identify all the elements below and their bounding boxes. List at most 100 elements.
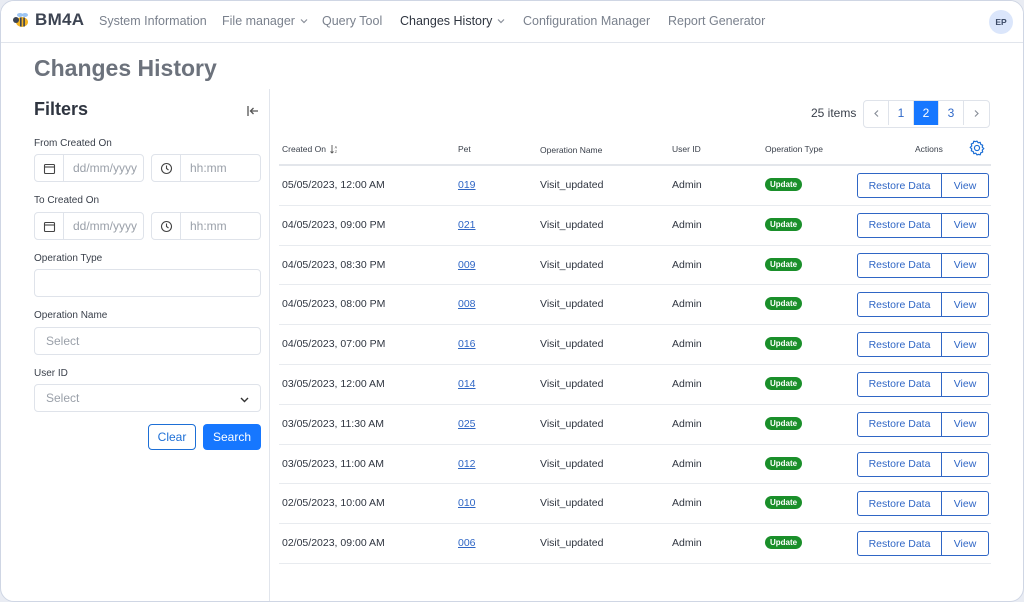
user-id-cell: Admin xyxy=(672,338,702,351)
clock-addon xyxy=(152,155,181,181)
user-id-cell: Admin xyxy=(672,377,702,390)
from-created-on-label: From Created On xyxy=(34,138,112,149)
from-date-input[interactable]: dd/mm/yyyy xyxy=(34,154,144,182)
operation-name-select[interactable]: Select xyxy=(34,327,261,355)
user-id-placeholder: Select xyxy=(46,391,80,405)
clock-addon xyxy=(152,213,181,239)
view-button[interactable]: View xyxy=(941,173,989,198)
view-button[interactable]: View xyxy=(941,371,989,397)
created-on-cell: 05/05/2023, 12:00 AM xyxy=(282,179,385,191)
operation-name-cell: Visit_updated xyxy=(540,457,604,470)
table-row: 04/05/2023, 07:00 PM 016 Visit_updated A… xyxy=(279,325,991,365)
collapse-left-icon[interactable] xyxy=(246,104,260,118)
pet-link[interactable]: 006 xyxy=(458,537,476,549)
nav-item-report-generator[interactable]: Report Generator xyxy=(668,14,765,28)
user-id-cell: Admin xyxy=(672,417,702,430)
table-row: 02/05/2023, 09:00 AM 006 Visit_updated A… xyxy=(279,524,991,564)
pet-link[interactable]: 016 xyxy=(458,338,476,350)
calendar-icon xyxy=(43,221,55,232)
restore-data-button[interactable]: Restore Data xyxy=(857,212,942,238)
app-name: BM4A xyxy=(35,10,85,29)
pet-link[interactable]: 009 xyxy=(458,259,476,271)
restore-data-button[interactable]: Restore Data xyxy=(857,292,942,318)
restore-data-button[interactable]: Restore Data xyxy=(857,252,942,278)
restore-data-button[interactable]: Restore Data xyxy=(857,491,942,517)
to-created-on-label: To Created On xyxy=(34,195,100,206)
view-button[interactable]: View xyxy=(941,531,989,557)
column-header-user-id: User ID xyxy=(672,144,701,154)
view-button[interactable]: View xyxy=(941,411,989,437)
operation-type-label: Operation Type xyxy=(34,253,103,264)
operation-name-cell: Visit_updated xyxy=(540,179,604,191)
created-on-cell: 03/05/2023, 11:00 AM xyxy=(282,457,384,470)
table-row: 04/05/2023, 08:00 PM 008 Visit_updated A… xyxy=(279,285,991,326)
operation-type-badge: Update xyxy=(765,217,803,231)
gear-icon[interactable] xyxy=(968,139,986,157)
restore-data-button[interactable]: Restore Data xyxy=(857,451,942,477)
restore-data-button[interactable]: Restore Data xyxy=(857,332,942,358)
pet-link[interactable]: 021 xyxy=(458,219,476,231)
pet-link[interactable]: 012 xyxy=(458,458,476,470)
table-row: 03/05/2023, 11:30 AM 025 Visit_updated A… xyxy=(279,405,991,445)
nav-item-changes-history[interactable]: Changes History xyxy=(400,14,506,28)
operation-name-cell: Visit_updated xyxy=(540,497,604,510)
operation-type-input[interactable] xyxy=(34,269,261,297)
prev-page-button[interactable] xyxy=(864,101,889,125)
nav-item-configuration-manager[interactable]: Configuration Manager xyxy=(523,14,650,28)
sort-icon[interactable]: A Z xyxy=(329,144,339,154)
operation-type-badge: Update xyxy=(765,376,803,390)
restore-data-button[interactable]: Restore Data xyxy=(857,173,942,198)
column-header-label: Created On xyxy=(282,144,326,154)
search-button[interactable]: Search xyxy=(203,424,261,450)
nav-item-label: Report Generator xyxy=(668,14,766,28)
page-button-2[interactable]: 2 xyxy=(914,101,939,125)
view-button[interactable]: View xyxy=(941,332,989,358)
view-button[interactable]: View xyxy=(941,292,989,318)
pet-link[interactable]: 010 xyxy=(458,497,476,509)
column-header-actions: Actions xyxy=(915,144,943,154)
view-button[interactable]: View xyxy=(941,451,989,477)
user-id-select[interactable]: Select xyxy=(34,384,261,412)
calendar-addon xyxy=(35,155,64,181)
pet-link[interactable]: 025 xyxy=(458,418,476,430)
column-header-created-on[interactable]: Created On A Z xyxy=(282,144,339,154)
page-button-1[interactable]: 1 xyxy=(889,101,914,125)
nav-item-file-manager[interactable]: File manager xyxy=(222,14,309,28)
app-window: BM4A System Information File manager Que… xyxy=(0,0,1024,602)
nav-item-label: System Information xyxy=(99,14,207,28)
filters-panel: Filters From Created On dd/mm/yyyy hh:mm… xyxy=(1,89,270,601)
column-header-pet: Pet xyxy=(458,144,471,154)
restore-data-button[interactable]: Restore Data xyxy=(857,371,942,397)
restore-data-button[interactable]: Restore Data xyxy=(857,411,942,437)
operation-type-badge: Update xyxy=(765,297,803,311)
pet-link[interactable]: 019 xyxy=(458,179,476,191)
pet-link[interactable]: 008 xyxy=(458,298,476,310)
restore-data-button[interactable]: Restore Data xyxy=(857,531,942,557)
view-button[interactable]: View xyxy=(941,491,989,517)
operation-type-badge: Update xyxy=(765,178,803,191)
nav-item-system-information[interactable]: System Information xyxy=(99,14,207,28)
chevron-down-icon xyxy=(497,19,505,24)
brand-logo[interactable]: BM4A xyxy=(11,10,84,30)
next-page-button[interactable] xyxy=(964,101,989,125)
clear-button[interactable]: Clear xyxy=(148,424,196,450)
to-date-input[interactable]: dd/mm/yyyy xyxy=(34,212,144,240)
table-row: 04/05/2023, 08:30 PM 009 Visit_updated A… xyxy=(279,246,991,286)
nav-item-label: Changes History xyxy=(400,14,493,28)
page-button-3[interactable]: 3 xyxy=(939,101,964,125)
calendar-addon xyxy=(35,213,64,239)
view-button[interactable]: View xyxy=(941,212,989,238)
user-id-cell: Admin xyxy=(672,537,702,550)
table-row: 03/05/2023, 11:00 AM 012 Visit_updated A… xyxy=(279,445,991,485)
pet-link[interactable]: 014 xyxy=(458,378,476,390)
operation-name-cell: Visit_updated xyxy=(540,298,604,311)
operation-type-badge: Update xyxy=(765,536,803,550)
operation-name-label: Operation Name xyxy=(34,310,108,321)
from-time-input[interactable]: hh:mm xyxy=(151,154,261,182)
chevron-down-icon xyxy=(240,397,249,403)
user-id-cell: Admin xyxy=(672,218,702,231)
nav-item-query-tool[interactable]: Query Tool xyxy=(322,14,382,28)
user-avatar[interactable]: EP xyxy=(989,10,1013,34)
view-button[interactable]: View xyxy=(941,252,989,278)
to-time-input[interactable]: hh:mm xyxy=(151,212,261,240)
